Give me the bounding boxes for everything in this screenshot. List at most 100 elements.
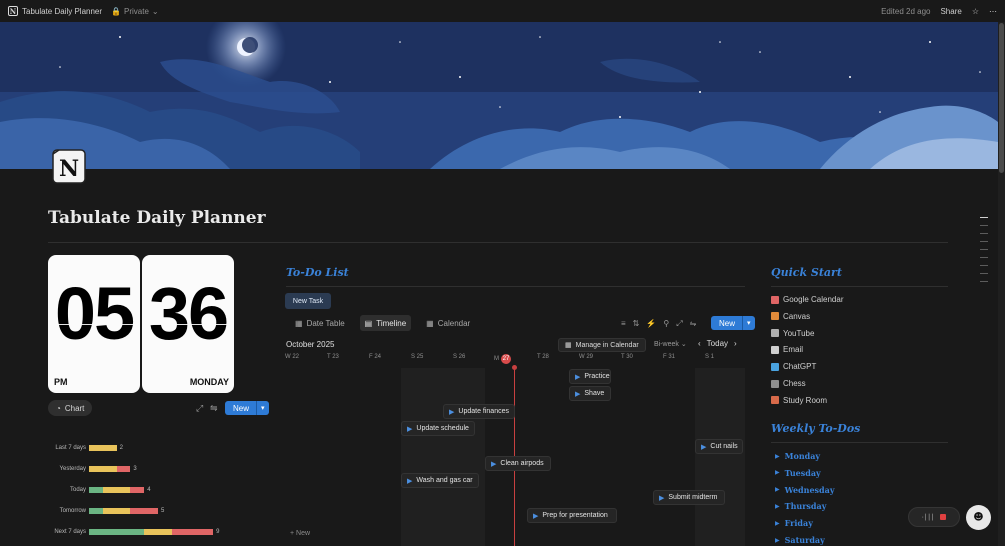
- quick-start-heading[interactable]: Quick Start: [771, 266, 842, 279]
- new-task-button[interactable]: New Task: [285, 293, 331, 309]
- chevron-left-icon[interactable]: ‹: [698, 339, 701, 348]
- sort-icon[interactable]: ⇅: [633, 319, 640, 329]
- quick-start-link[interactable]: Email: [771, 345, 803, 354]
- table-icon: ▦: [295, 318, 303, 328]
- weekly-day-label: Monday: [784, 451, 821, 461]
- page-icon[interactable]: N: [51, 148, 87, 185]
- timeline-task[interactable]: ▶ Practice: [569, 369, 611, 384]
- chevron-down-icon[interactable]: ▾: [256, 401, 269, 415]
- weekly-toggle-wednesday[interactable]: ▶ Wednesday: [775, 485, 834, 495]
- breadcrumb-title[interactable]: Tabulate Daily Planner: [22, 7, 102, 16]
- timeline-task[interactable]: ▶ Clean airpods: [485, 456, 551, 471]
- chart-bar-segment[interactable]: [144, 529, 172, 535]
- quick-start-link[interactable]: Canvas: [771, 312, 810, 321]
- toggle-triangle-icon[interactable]: ▶: [775, 520, 780, 527]
- quick-start-link[interactable]: Study Room: [771, 396, 827, 405]
- weekly-toggle-thursday[interactable]: ▶ Thursday: [775, 501, 826, 511]
- timeline-task[interactable]: ▶ Submit midterm: [653, 490, 725, 505]
- todo-new-button[interactable]: New ▾: [711, 316, 755, 330]
- record-stop-icon[interactable]: [940, 514, 947, 520]
- more-icon[interactable]: ⋯: [989, 7, 997, 16]
- recording-widget[interactable]: ·∣∣∣: [908, 507, 960, 527]
- timeline-task[interactable]: ▶ Update schedule: [401, 421, 475, 436]
- notion-logo-icon[interactable]: N: [8, 6, 18, 16]
- settings-sliders-icon[interactable]: ⇋: [690, 319, 697, 329]
- chart-new-button[interactable]: New ▾: [225, 401, 269, 415]
- day-label: S 26: [453, 354, 466, 360]
- manage-in-calendar-button[interactable]: ▦ Manage in Calendar: [558, 338, 646, 352]
- chart-value-label: 2: [119, 445, 123, 451]
- quick-start-label: YouTube: [783, 328, 815, 338]
- timeline-month: October 2025: [286, 340, 335, 349]
- settings-sliders-icon[interactable]: ⇋: [210, 403, 218, 414]
- toggle-triangle-icon[interactable]: ▶: [775, 537, 780, 544]
- expand-icon[interactable]: ⤢: [676, 319, 682, 329]
- quick-start-link[interactable]: Google Calendar: [771, 295, 843, 304]
- chart-bar-segment[interactable]: [89, 508, 103, 514]
- help-avatar[interactable]: ☻: [966, 505, 991, 530]
- quick-start-link[interactable]: Chess: [771, 379, 806, 388]
- chart-bar-segment[interactable]: [89, 445, 117, 451]
- tab-timeline[interactable]: ▤ Timeline: [359, 315, 412, 331]
- chart-bar-segment[interactable]: [130, 508, 158, 514]
- timeline-task[interactable]: ▶ Shave: [569, 386, 611, 401]
- toggle-triangle-icon[interactable]: ▶: [775, 469, 780, 476]
- timeline-task[interactable]: ▶ Prep for presentation: [527, 508, 617, 523]
- quick-start-link[interactable]: ChatGPT: [771, 362, 816, 371]
- weekly-day-label: Tuesday: [784, 467, 821, 478]
- automation-icon[interactable]: ⚡: [646, 319, 656, 329]
- chart-bar-segment[interactable]: [89, 529, 145, 535]
- chart-bar-segment[interactable]: [130, 487, 145, 493]
- tab-date-table[interactable]: ▦ Date Table: [290, 315, 350, 331]
- chart-bar-segment[interactable]: [102, 508, 131, 514]
- link-icon: [771, 362, 779, 371]
- toggle-triangle-icon[interactable]: ▶: [775, 503, 780, 510]
- weekly-divider: [771, 442, 948, 443]
- chart-bar-segment[interactable]: [116, 466, 131, 472]
- chevron-down-icon[interactable]: ▾: [742, 316, 755, 330]
- chart-bar-segment[interactable]: [171, 529, 214, 535]
- today-button[interactable]: Today: [707, 339, 728, 348]
- day-label: S 1: [705, 354, 715, 360]
- privacy-indicator[interactable]: 🔒 Private ⌄: [111, 7, 159, 16]
- chart-row: Today 4: [48, 485, 151, 495]
- page-title[interactable]: Tabulate Daily Planner: [48, 208, 266, 228]
- chevron-right-icon[interactable]: ›: [734, 339, 737, 348]
- chart-bar-segment[interactable]: [89, 466, 117, 472]
- task-arrow-icon: ▶: [575, 390, 581, 398]
- weekly-toggle-tuesday[interactable]: ▶ Tuesday: [775, 468, 821, 478]
- range-select[interactable]: Bi-week ⌄: [654, 340, 687, 348]
- page-scrollbar[interactable]: [998, 22, 1005, 546]
- day-label: F 24: [369, 354, 382, 360]
- day-letter: M: [494, 356, 499, 362]
- tab-label: Date Table: [306, 318, 345, 328]
- timeline-task[interactable]: ▶ Wash and gas car: [401, 473, 479, 488]
- scrollbar-thumb[interactable]: [999, 23, 1004, 173]
- chart-bar-segment[interactable]: [89, 487, 103, 493]
- share-button[interactable]: Share: [940, 7, 961, 16]
- chart-bar-segment[interactable]: [102, 487, 131, 493]
- timeline-add-new[interactable]: + New: [290, 530, 310, 537]
- quick-start-link[interactable]: YouTube: [771, 329, 814, 338]
- weekly-heading[interactable]: Weekly To-Dos: [771, 422, 860, 435]
- timeline-task[interactable]: ▶ Update finances: [443, 404, 515, 419]
- toggle-triangle-icon[interactable]: ▶: [775, 486, 780, 493]
- star-icon[interactable]: ☆: [972, 7, 979, 16]
- timeline-nav: ‹ Today ›: [698, 339, 737, 348]
- table-of-contents-minimap[interactable]: [980, 217, 988, 289]
- weekly-toggle-saturday[interactable]: ▶ Saturday: [775, 535, 825, 545]
- toggle-triangle-icon[interactable]: ▶: [775, 453, 780, 460]
- day-label: F 31: [663, 354, 676, 360]
- weekly-toggle-monday[interactable]: ▶ Monday: [775, 451, 820, 461]
- weekly-toggle-friday[interactable]: ▶ Friday: [775, 518, 813, 528]
- filter-icon[interactable]: ≡: [621, 319, 626, 329]
- clock-minutes-card: 36 MONDAY: [142, 255, 234, 393]
- search-icon[interactable]: ⚲: [663, 319, 669, 329]
- todo-heading[interactable]: To-Do List: [286, 266, 349, 279]
- manage-label: Manage in Calendar: [575, 341, 639, 349]
- tab-calendar[interactable]: ▦ Calendar: [421, 315, 475, 331]
- expand-icon[interactable]: ⤢: [196, 403, 203, 414]
- link-icon: [771, 312, 779, 321]
- timeline-task[interactable]: ▶ Cut nails: [695, 439, 743, 454]
- chart-view-tab[interactable]: ◔ Chart: [48, 400, 93, 416]
